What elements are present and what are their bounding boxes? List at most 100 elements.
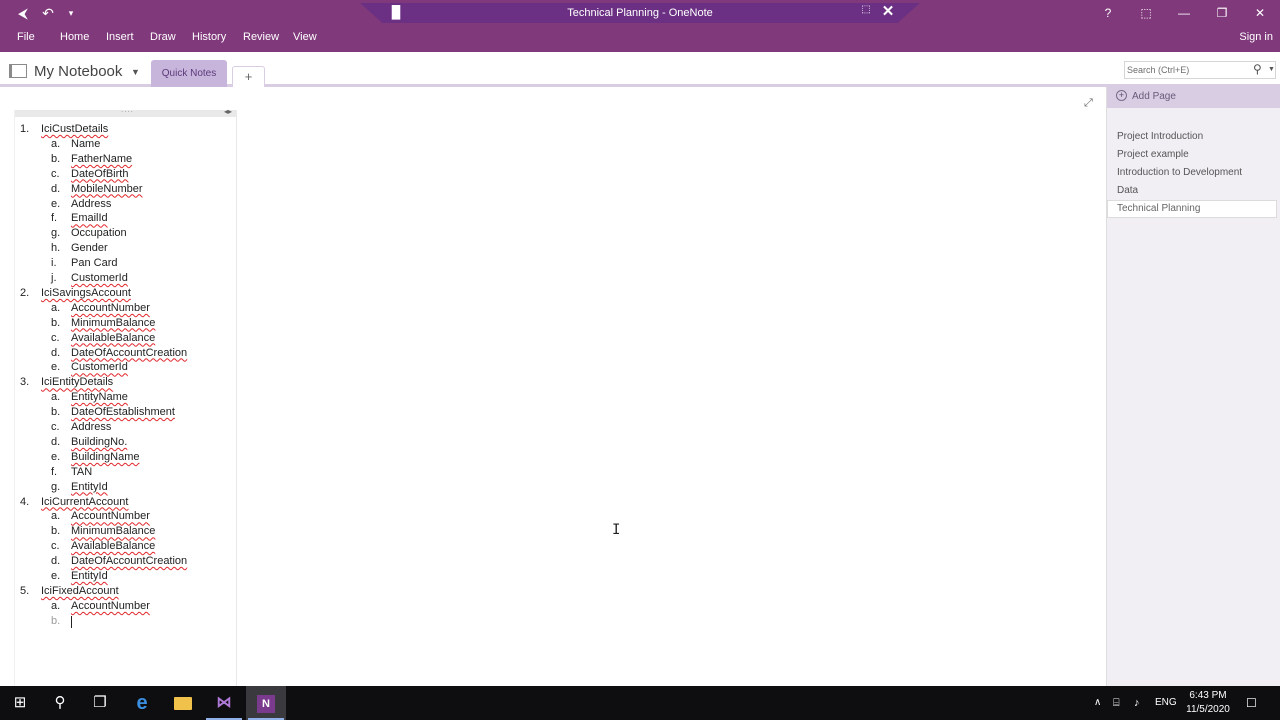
resize-arrows-icon[interactable]: ◂▸ — [224, 107, 232, 116]
list-item-text[interactable]: DateOfEstablishment — [71, 406, 175, 418]
list-item-text[interactable]: Pan Card — [71, 257, 117, 269]
outline-item[interactable]: d. MobileNumber — [1, 183, 237, 197]
page-item[interactable]: Project Introduction — [1107, 128, 1277, 146]
tab-review[interactable]: Review — [243, 31, 279, 43]
list-item-text[interactable]: EmailId — [71, 212, 108, 224]
minimize-icon[interactable]: — — [1165, 0, 1203, 27]
list-item-text[interactable]: AccountNumber — [71, 510, 150, 522]
add-page-button[interactable]: + Add Page — [1107, 87, 1280, 108]
tab-file[interactable]: File — [17, 31, 35, 43]
outline-item[interactable]: e. EntityId — [1, 570, 237, 584]
clock[interactable]: 6:43 PM 11/5/2020 — [1182, 689, 1234, 717]
tab-insert[interactable]: Insert — [106, 31, 134, 43]
list-item-text[interactable]: IciFixedAccount — [41, 585, 119, 597]
list-item-text[interactable]: MobileNumber — [71, 183, 143, 195]
outline-item[interactable]: 5. IciFixedAccount — [1, 585, 237, 599]
list-item-text[interactable]: CustomerId — [71, 361, 128, 373]
list-item-text[interactable]: DateOfAccountCreation — [71, 555, 187, 567]
outline-item[interactable]: i. Pan Card — [1, 257, 237, 271]
list-item-text[interactable]: BuildingName — [71, 451, 139, 463]
page-item[interactable]: Introduction to Development — [1107, 164, 1277, 182]
grip-icon[interactable]: .... — [121, 105, 134, 114]
list-item-text[interactable]: IciEntityDetails — [41, 376, 113, 388]
outline-item[interactable]: g. Occupation — [1, 227, 237, 241]
outline-item[interactable]: a. Name — [1, 138, 237, 152]
outline-item[interactable]: d. DateOfAccountCreation — [1, 347, 237, 361]
outline-item[interactable]: c. AvailableBalance — [1, 540, 237, 554]
chevron-down-icon[interactable]: ▼ — [131, 67, 140, 77]
network-icon[interactable]: ⌸ — [1113, 686, 1120, 720]
start-windows-icon[interactable]: ⊞ — [0, 686, 40, 720]
page-item[interactable]: Project example — [1107, 146, 1277, 164]
search-icon[interactable]: ⚲ — [1253, 62, 1262, 76]
outline-item[interactable]: f. TAN — [1, 466, 237, 480]
help-button[interactable]: ? — [1089, 0, 1127, 27]
outline-item[interactable]: a. AccountNumber — [1, 510, 237, 524]
file-explorer-icon[interactable] — [163, 686, 203, 720]
outline-item[interactable]: 3. IciEntityDetails — [1, 376, 237, 390]
list-item-text[interactable]: AccountNumber — [71, 600, 150, 612]
visual-studio-icon[interactable]: ⋈ — [204, 686, 244, 720]
expand-icon[interactable]: ⤢ — [1084, 97, 1096, 109]
outline-item[interactable]: c. AvailableBalance — [1, 332, 237, 346]
close-icon[interactable]: ✕ — [1241, 0, 1279, 27]
outline-item[interactable]: 1. IciCustDetails — [1, 123, 237, 137]
outline-item[interactable]: b. FatherName — [1, 153, 237, 167]
list-item-text[interactable]: AvailableBalance — [71, 332, 155, 344]
outline-item[interactable]: d. DateOfAccountCreation — [1, 555, 237, 569]
list-item-text[interactable]: IciSavingsAccount — [41, 287, 131, 299]
list-item-text[interactable]: BuildingNo. — [71, 436, 127, 448]
outline-item[interactable]: h. Gender — [1, 242, 237, 256]
signin-link[interactable]: Sign in — [1239, 31, 1273, 43]
internet-explorer-icon[interactable]: e — [122, 686, 162, 720]
tab-view[interactable]: View — [293, 31, 317, 43]
list-item-text[interactable]: MinimumBalance — [71, 317, 155, 329]
language-indicator[interactable]: ENG — [1155, 686, 1177, 720]
section-tab-quick-notes[interactable]: Quick Notes — [151, 60, 227, 87]
page-item[interactable]: Data — [1107, 182, 1277, 200]
list-item-text[interactable]: TAN — [71, 466, 92, 478]
outline-item[interactable]: e. Address — [1, 198, 237, 212]
list-item-text[interactable]: MinimumBalance — [71, 525, 155, 537]
outline-item[interactable]: b. MinimumBalance — [1, 525, 237, 539]
page-item[interactable]: Technical Planning — [1107, 200, 1277, 218]
outline-item[interactable]: g. EntityId — [1, 481, 237, 495]
list-item-text[interactable]: IciCustDetails — [41, 123, 108, 135]
list-item-text[interactable]: Name — [71, 138, 100, 150]
list-item-text[interactable]: DateOfAccountCreation — [71, 347, 187, 359]
outline-item[interactable]: e. CustomerId — [1, 361, 237, 375]
outline-item[interactable]: a. AccountNumber — [1, 302, 237, 316]
add-section-button[interactable]: + — [232, 66, 265, 87]
outline-item[interactable]: b. DateOfEstablishment — [1, 406, 237, 420]
search-taskbar-icon[interactable]: ⚲ — [40, 686, 80, 720]
volume-icon[interactable]: ♪ — [1134, 686, 1140, 720]
notebook-name[interactable]: My Notebook — [34, 63, 122, 80]
list-item-text[interactable]: EntityName — [71, 391, 128, 403]
outline-item[interactable]: e. BuildingName — [1, 451, 237, 465]
list-item-text[interactable]: Gender — [71, 242, 108, 254]
outline-item[interactable]: b. MinimumBalance — [1, 317, 237, 331]
fullscreen-icon[interactable]: ⬚ — [1127, 0, 1165, 27]
search-scope-caret-icon[interactable]: ▼ — [1268, 66, 1275, 73]
list-item-text[interactable]: Occupation — [71, 227, 127, 239]
outline-item[interactable]: c. DateOfBirth — [1, 168, 237, 182]
outline-item[interactable]: a. AccountNumber — [1, 600, 237, 614]
outline-item[interactable]: f. EmailId — [1, 212, 237, 226]
search-input[interactable]: Search (Ctrl+E) ⚲ ▼ — [1124, 61, 1276, 79]
list-item-text[interactable]: EntityId — [71, 570, 108, 582]
list-item-text[interactable]: Address — [71, 198, 111, 210]
restore-icon[interactable]: ❐ — [1203, 0, 1241, 27]
outline-item[interactable]: b. — [1, 615, 237, 629]
outline-item[interactable]: d. BuildingNo. — [1, 436, 237, 450]
outline-item[interactable]: 2. IciSavingsAccount — [1, 287, 237, 301]
tab-draw[interactable]: Draw — [150, 31, 176, 43]
tab-history[interactable]: History — [192, 31, 226, 43]
list-item-text[interactable]: Address — [71, 421, 111, 433]
notebook-icon[interactable] — [9, 64, 27, 78]
list-item-text[interactable]: DateOfBirth — [71, 168, 128, 180]
tab-home[interactable]: Home — [60, 31, 89, 43]
list-item-text[interactable]: IciCurrentAccount — [41, 496, 128, 508]
outline-item[interactable]: c. Address — [1, 421, 237, 435]
list-item-text[interactable]: AccountNumber — [71, 302, 150, 314]
list-item-text[interactable]: CustomerId — [71, 272, 128, 284]
